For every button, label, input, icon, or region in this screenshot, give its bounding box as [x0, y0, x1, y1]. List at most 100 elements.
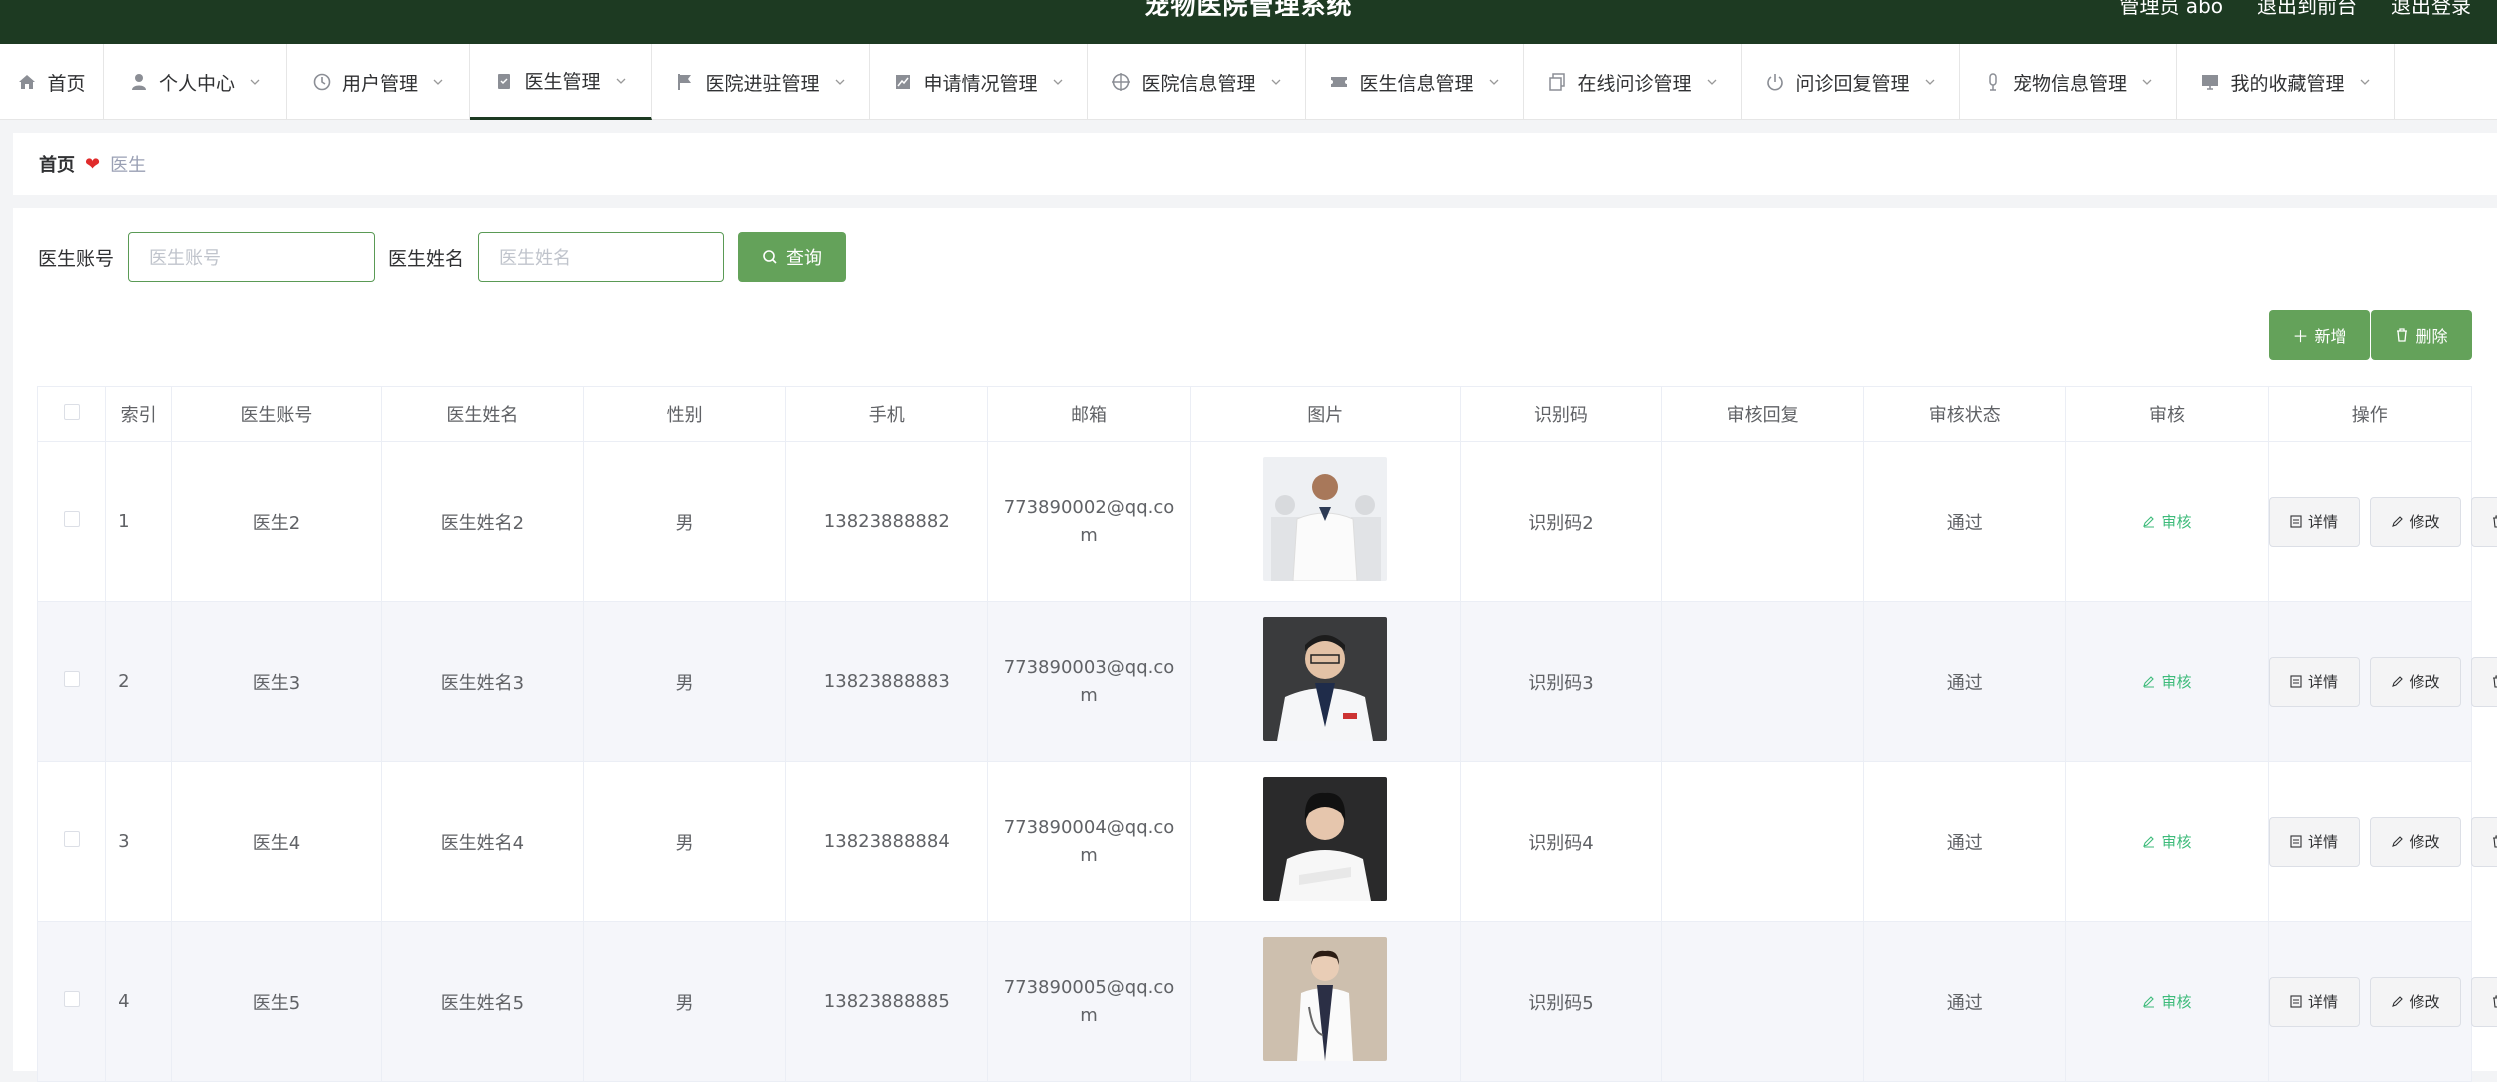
doctor-photo[interactable]: [1263, 617, 1388, 741]
edit-icon: [2143, 995, 2155, 1008]
row-select-cell: [36, 441, 107, 602]
nav-item-label: 医院进驻管理: [705, 72, 820, 95]
row-select-cell: [36, 761, 107, 922]
target-icon: [1112, 73, 1131, 91]
query-button[interactable]: 查询: [738, 232, 847, 282]
row-checkbox[interactable]: [63, 671, 80, 687]
nav-item-doctor-info[interactable]: 医生信息管理: [1306, 44, 1524, 120]
column-header: 审核: [2065, 386, 2269, 442]
delete-button[interactable]: 删除: [2470, 656, 2497, 707]
account-cell: 医生5: [171, 921, 382, 1082]
copy-icon: [1549, 73, 1566, 91]
back-to-front-link[interactable]: 退出到前台: [2257, 0, 2357, 19]
edit-icon: [2143, 515, 2155, 528]
status-cell: 通过: [1863, 921, 2067, 1082]
edit-button[interactable]: 修改: [2369, 976, 2461, 1027]
batch-delete-button[interactable]: 删除: [2371, 310, 2472, 360]
row-checkbox[interactable]: [63, 831, 80, 847]
column-header: 图片: [1189, 386, 1461, 442]
doctor-photo[interactable]: [1263, 457, 1388, 581]
detail-button[interactable]: 详情: [2268, 496, 2360, 547]
nav-item-profile[interactable]: 个人中心: [104, 44, 287, 120]
nav-item-online-consult[interactable]: 在线问诊管理: [1524, 44, 1742, 120]
ops-cell: 详情 修改 删除: [2267, 601, 2497, 762]
detail-button[interactable]: 详情: [2268, 816, 2360, 867]
edit-label: 修改: [2409, 513, 2440, 531]
column-header: 手机: [785, 386, 989, 442]
logout-link[interactable]: 退出登录: [2391, 0, 2471, 19]
search-icon: [763, 250, 777, 264]
index-cell: 1: [105, 441, 173, 602]
row-checkbox[interactable]: [63, 991, 80, 1007]
nav-item-home[interactable]: 首页: [0, 44, 104, 120]
ops-cell: 详情 修改 删除: [2267, 441, 2497, 602]
detail-label: 详情: [2308, 833, 2339, 851]
delete-button[interactable]: 删除: [2470, 816, 2497, 867]
index-cell: 2: [105, 601, 173, 762]
audit-link[interactable]: 审核: [2142, 511, 2191, 532]
nav-item-users[interactable]: 用户管理: [287, 44, 470, 120]
chevron-down-icon: [2142, 79, 2152, 85]
phone-cell: 13823888882: [785, 441, 989, 602]
column-header: 识别码: [1459, 386, 1663, 442]
name-cell: 医生姓名2: [380, 441, 585, 602]
email-cell: 773890002@qq.com: [987, 441, 1191, 602]
nav-item-applications[interactable]: 申请情况管理: [870, 44, 1088, 120]
content-panel: 医生账号 医生账号 医生姓名 医生姓名 查询 ＋ 新增 删除 索引 医生账号 医…: [13, 208, 2497, 1082]
document-icon: [2290, 995, 2302, 1008]
edit-button[interactable]: 修改: [2369, 656, 2461, 707]
nav-item-label: 医生管理: [524, 71, 601, 93]
nav-item-pet-info[interactable]: 宠物信息管理: [1960, 44, 2177, 120]
edit-icon: [2391, 836, 2403, 847]
audit-link[interactable]: 审核: [2142, 831, 2191, 852]
audit-link[interactable]: 审核: [2142, 671, 2191, 692]
nav-item-doctors[interactable]: 医生管理: [470, 44, 652, 120]
select-all-cell: [36, 386, 107, 442]
audit-label: 审核: [2161, 512, 2192, 531]
name-cell: 医生姓名3: [380, 601, 585, 762]
email-text: 773890004@qq.com: [1003, 816, 1175, 866]
delete-button[interactable]: 删除: [2470, 496, 2497, 547]
chevron-down-icon: [616, 78, 625, 84]
account-cell: 医生3: [171, 601, 382, 762]
nav-item-hospital-entry[interactable]: 医院进驻管理: [652, 44, 870, 120]
nav-item-consult-reply[interactable]: 问诊回复管理: [1742, 44, 1960, 120]
trash-icon: [2397, 328, 2408, 342]
nav-item-label: 问诊回复管理: [1795, 72, 1910, 95]
audit-cell: 审核: [2065, 761, 2269, 922]
name-cell: 医生姓名4: [380, 761, 585, 922]
chevron-down-icon: [1925, 79, 1934, 85]
trash-icon: [2493, 515, 2497, 528]
nav-item-label: 在线问诊管理: [1577, 72, 1692, 95]
document-icon: [2290, 675, 2302, 688]
email-text: 773890002@qq.com: [1003, 496, 1175, 546]
nav-item-label: 宠物信息管理: [2012, 72, 2127, 95]
row-checkbox[interactable]: [63, 511, 80, 527]
doctor-photo[interactable]: [1263, 777, 1388, 901]
audit-link[interactable]: 审核: [2142, 991, 2191, 1012]
detail-button[interactable]: 详情: [2268, 656, 2360, 707]
power-icon: [1767, 74, 1784, 91]
breadcrumb-home[interactable]: 首页: [39, 151, 75, 177]
nav-item-hospital-info[interactable]: 医院信息管理: [1088, 44, 1306, 120]
edit-button[interactable]: 修改: [2369, 816, 2461, 867]
name-search-input[interactable]: 医生姓名: [478, 232, 725, 282]
edit-button[interactable]: 修改: [2369, 496, 2461, 547]
detail-button[interactable]: 详情: [2268, 976, 2360, 1027]
email-text: 773890003@qq.com: [1003, 656, 1175, 706]
document-icon: [2290, 835, 2302, 848]
clock-icon: [313, 73, 331, 91]
add-button[interactable]: ＋ 新增: [2269, 310, 2370, 360]
reply-cell: [1660, 921, 1865, 1082]
audit-label: 审核: [2161, 992, 2192, 1011]
doctor-photo[interactable]: [1263, 937, 1388, 1061]
nav-item-favorites[interactable]: 我的收藏管理: [2177, 44, 2395, 120]
chevron-down-icon: [1707, 79, 1716, 85]
table-header-row: 索引 医生账号 医生姓名 性别 手机 邮箱 图片 识别码 审核回复 审核状态 审…: [36, 386, 2473, 442]
account-search-input[interactable]: 医生账号: [128, 232, 376, 282]
table-row: 1 医生2 医生姓名2 男 13823888882 773890002@qq.c…: [36, 441, 2497, 602]
chevron-down-icon: [1053, 79, 1062, 85]
select-all-checkbox[interactable]: [63, 403, 80, 420]
delete-button[interactable]: 删除: [2470, 976, 2497, 1027]
detail-label: 详情: [2308, 673, 2339, 691]
